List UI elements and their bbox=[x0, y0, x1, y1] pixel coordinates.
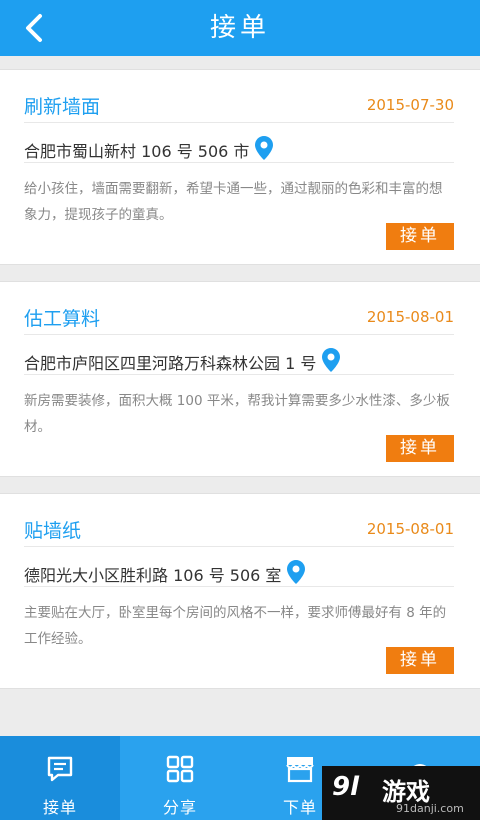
divider bbox=[24, 374, 454, 375]
watermark-url: 91danji.com bbox=[396, 802, 464, 815]
accept-order-button[interactable]: 接单 bbox=[386, 435, 454, 462]
location-pin-icon[interactable] bbox=[255, 136, 274, 164]
accept-order-button[interactable]: 接单 bbox=[386, 223, 454, 250]
order-description: 新房需要装修，面积大概 100 平米，帮我计算需要多少水性漆、多少板材。 bbox=[24, 393, 450, 435]
order-date: 2015-08-01 bbox=[366, 520, 454, 538]
order-title: 贴墙纸 bbox=[24, 520, 82, 542]
order-address: 合肥市庐阳区四里河路万科森林公园 1 号 bbox=[24, 348, 341, 376]
divider bbox=[24, 122, 454, 123]
order-date: 2015-08-01 bbox=[366, 308, 454, 326]
order-address: 合肥市蜀山新村 106 号 506 市 bbox=[24, 136, 274, 164]
divider bbox=[24, 586, 454, 587]
tab-label: 接单 bbox=[42, 798, 77, 817]
order-title: 估工算料 bbox=[24, 308, 101, 330]
shop-icon bbox=[284, 754, 316, 784]
order-description: 给小孩住，墙面需要翻新，希望卡通一些，通过靓丽的色彩和丰富的想象力，提现孩子的童… bbox=[24, 181, 443, 223]
address-text: 合肥市蜀山新村 106 号 506 市 bbox=[24, 142, 250, 161]
app-header: 接单 bbox=[0, 0, 480, 56]
order-card[interactable]: 估工算料 2015-08-01 合肥市庐阳区四里河路万科森林公园 1 号 新房需… bbox=[0, 281, 480, 477]
order-title: 刷新墙面 bbox=[24, 96, 101, 118]
order-date: 2015-07-30 bbox=[366, 96, 454, 114]
address-text: 合肥市庐阳区四里河路万科森林公园 1 号 bbox=[24, 354, 317, 373]
divider bbox=[24, 334, 454, 335]
watermark-logo: 9l bbox=[332, 772, 360, 802]
divider bbox=[24, 546, 454, 547]
tab-label: 下单 bbox=[282, 798, 317, 817]
page-title: 接单 bbox=[209, 13, 270, 43]
grid-icon bbox=[165, 754, 195, 784]
chat-icon bbox=[45, 754, 75, 784]
order-card[interactable]: 贴墙纸 2015-08-01 德阳光大小区胜利路 106 号 506 室 主要贴… bbox=[0, 493, 480, 689]
order-address: 德阳光大小区胜利路 106 号 506 室 bbox=[24, 560, 306, 588]
order-card[interactable]: 刷新墙面 2015-07-30 合肥市蜀山新村 106 号 506 市 给小孩住… bbox=[0, 69, 480, 265]
divider bbox=[24, 162, 454, 163]
order-description: 主要贴在大厅，卧室里每个房间的风格不一样，要求师傅最好有 8 年的工作经验。 bbox=[24, 605, 447, 647]
address-text: 德阳光大小区胜利路 106 号 506 室 bbox=[24, 566, 282, 585]
tab-share[interactable]: 分享 bbox=[120, 736, 240, 820]
location-pin-icon[interactable] bbox=[322, 348, 341, 376]
tab-accept-orders[interactable]: 接单 bbox=[0, 736, 120, 820]
location-pin-icon[interactable] bbox=[287, 560, 306, 588]
site-watermark: 9l 游戏 91danji.com bbox=[322, 766, 480, 820]
accept-order-button[interactable]: 接单 bbox=[386, 647, 454, 674]
tab-label: 分享 bbox=[162, 798, 197, 817]
